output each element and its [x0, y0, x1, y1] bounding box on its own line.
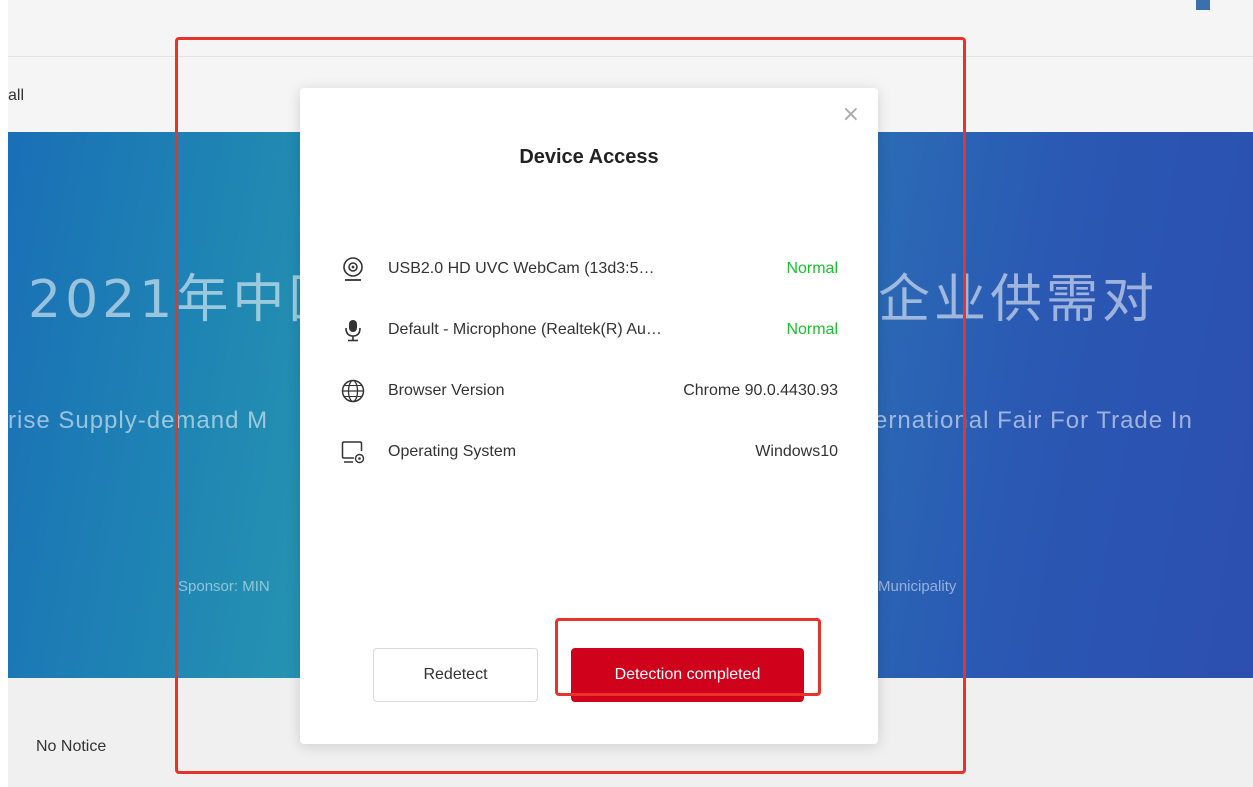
webcam-icon: [340, 256, 366, 282]
device-row-microphone: Default - Microphone (Realtek(R) Au… Nor…: [340, 299, 838, 360]
os-value: Windows10: [755, 442, 838, 460]
device-label: Browser Version: [388, 381, 505, 399]
globe-icon: [340, 378, 366, 404]
device-list: USB2.0 HD UVC WebCam (13d3:5… Normal Def…: [340, 238, 838, 482]
browser-version-value: Chrome 90.0.4430.93: [683, 381, 838, 399]
device-row-webcam: USB2.0 HD UVC WebCam (13d3:5… Normal: [340, 238, 838, 299]
detection-completed-button[interactable]: Detection completed: [571, 648, 804, 702]
redetect-button[interactable]: Redetect: [373, 648, 538, 702]
monitor-settings-icon: [340, 439, 366, 465]
close-icon[interactable]: ×: [842, 104, 860, 126]
microphone-icon: [340, 317, 366, 343]
device-status: Normal: [786, 259, 838, 277]
device-row-browser: Browser Version Chrome 90.0.4430.93: [340, 360, 838, 421]
device-status: Normal: [786, 320, 838, 338]
device-label: USB2.0 HD UVC WebCam (13d3:5…: [388, 259, 655, 277]
device-access-dialog: × Device Access USB2.0 HD UVC WebCam (13…: [300, 88, 878, 744]
device-label: Operating System: [388, 442, 517, 460]
device-label: Default - Microphone (Realtek(R) Au…: [388, 320, 662, 338]
device-row-os: Operating System Windows10: [340, 421, 838, 482]
dialog-title: Device Access: [519, 146, 659, 168]
